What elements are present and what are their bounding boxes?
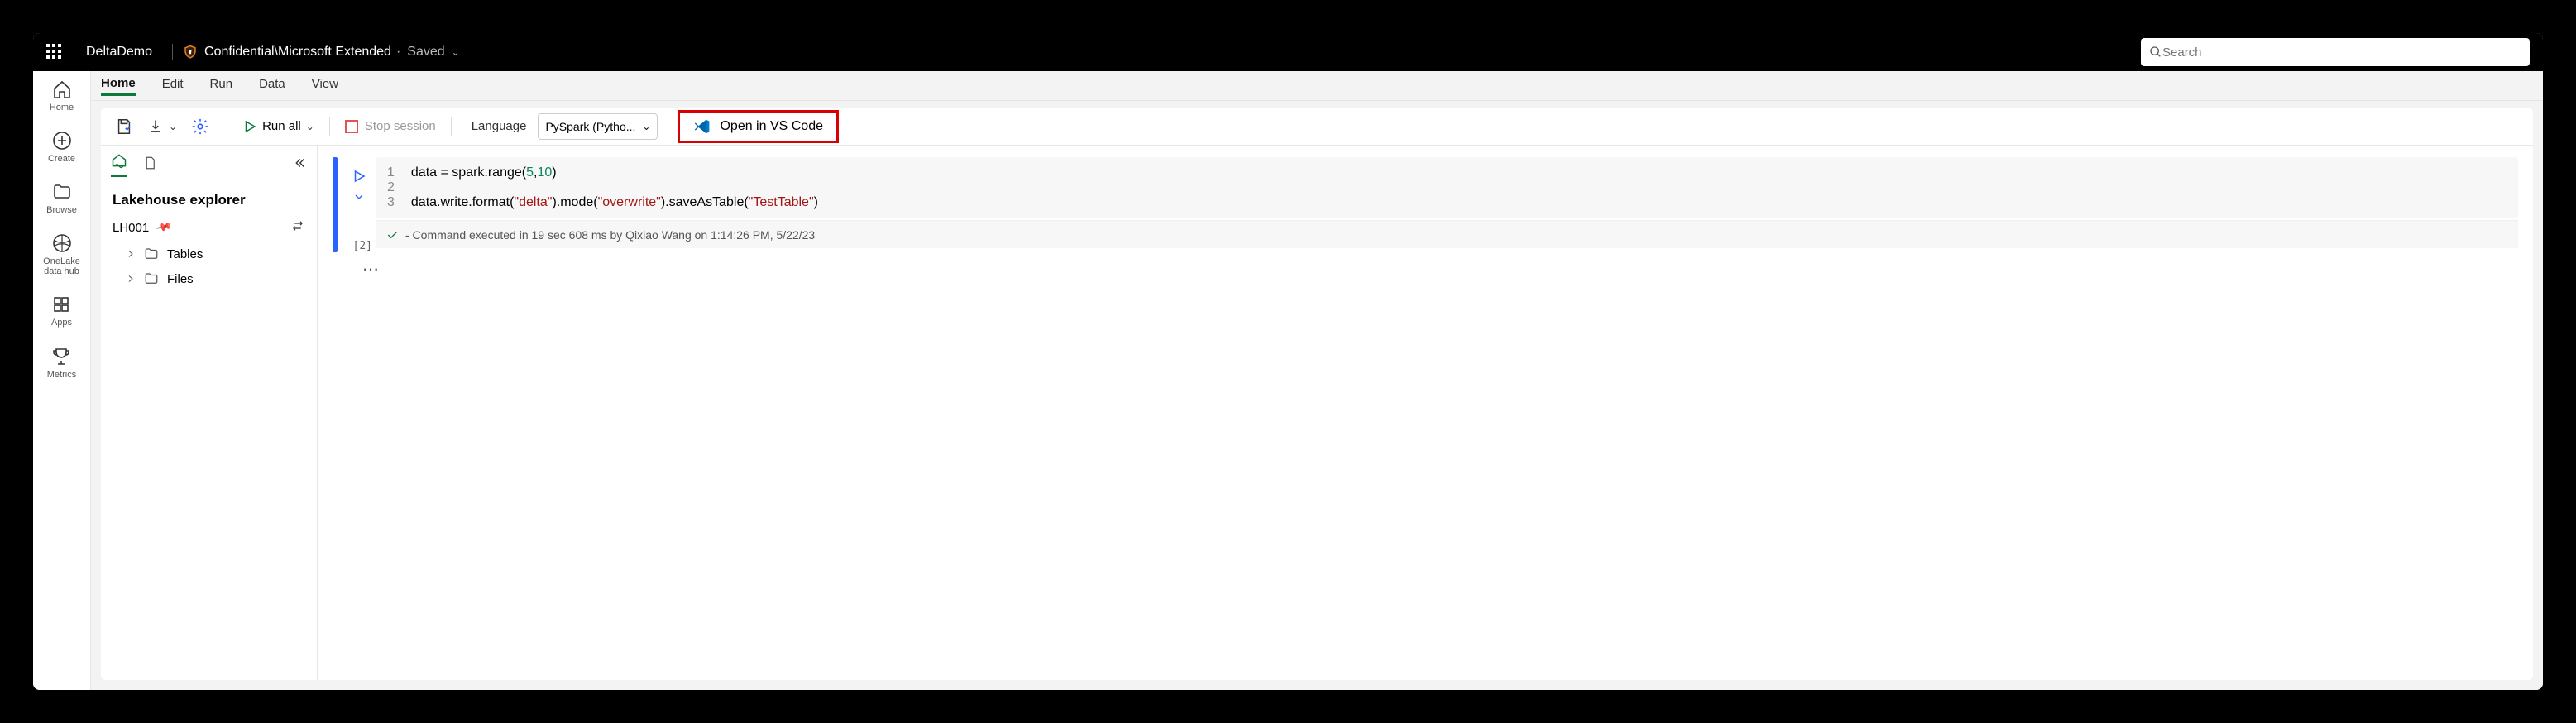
tab-run[interactable]: Run	[210, 77, 233, 94]
nav-create[interactable]: Create	[48, 131, 75, 164]
run-cell-icon[interactable]	[352, 169, 366, 184]
divider	[329, 117, 330, 136]
stop-session-button: Stop session	[345, 119, 436, 133]
run-all-button[interactable]: Run all ⌄	[242, 119, 314, 134]
explorer-tab-files[interactable]	[142, 156, 157, 175]
workspace-name[interactable]: DeltaDemo	[86, 45, 152, 60]
chevron-right-icon	[126, 249, 136, 259]
save-icon[interactable]	[113, 115, 136, 138]
add-cell-icon[interactable]: ⋯	[362, 259, 2518, 280]
tab-home[interactable]: Home	[101, 76, 136, 96]
shield-icon	[183, 45, 198, 60]
cell-active-indicator	[333, 157, 338, 252]
sensitivity-label[interactable]: Confidential\Microsoft Extended	[204, 45, 391, 60]
tab-data[interactable]: Data	[259, 77, 285, 94]
search-icon	[2149, 45, 2162, 59]
app-launcher-icon[interactable]	[46, 44, 63, 60]
divider	[172, 44, 173, 60]
chevron-right-icon	[126, 274, 136, 284]
language-select[interactable]: PySpark (Pytho... ⌄	[538, 113, 658, 140]
checkmark-icon	[385, 228, 399, 242]
tab-view[interactable]: View	[312, 77, 338, 94]
tab-edit[interactable]: Edit	[162, 77, 184, 94]
swap-icon[interactable]	[290, 218, 305, 237]
nav-browse[interactable]: Browse	[46, 182, 77, 215]
explorer-tab-lakehouse[interactable]	[111, 152, 127, 177]
lakehouse-name[interactable]: LH001	[113, 221, 149, 235]
collapse-explorer-icon[interactable]	[292, 156, 307, 175]
code-cell[interactable]: 123 data = spark.range(5,10) data.write.…	[376, 157, 2518, 218]
divider	[451, 117, 452, 136]
nav-metrics[interactable]: Metrics	[47, 347, 76, 380]
pin-icon[interactable]: 📌	[155, 218, 173, 237]
play-icon	[242, 119, 257, 134]
save-status[interactable]: ·Saved⌄	[396, 45, 460, 60]
nav-home[interactable]: Home	[50, 79, 74, 113]
language-label: Language	[472, 119, 527, 133]
settings-icon[interactable]	[189, 115, 212, 138]
explorer-title: Lakehouse explorer	[101, 184, 317, 213]
folder-icon	[144, 247, 159, 261]
execution-status: - Command executed in 19 sec 608 ms by Q…	[376, 220, 2518, 248]
search-input[interactable]	[2141, 38, 2530, 66]
execution-count: [2]	[353, 240, 372, 252]
vscode-icon	[693, 117, 711, 136]
nav-onelake[interactable]: OneLake data hub	[43, 233, 80, 276]
tree-files[interactable]: Files	[101, 266, 317, 291]
nav-apps[interactable]: Apps	[51, 294, 72, 328]
folder-icon	[144, 271, 159, 286]
download-button[interactable]: ⌄	[147, 118, 177, 135]
tree-tables[interactable]: Tables	[101, 242, 317, 266]
chevron-down-icon[interactable]	[352, 190, 366, 203]
stop-icon	[345, 120, 358, 133]
open-in-vscode-button[interactable]: Open in VS Code	[678, 110, 839, 143]
